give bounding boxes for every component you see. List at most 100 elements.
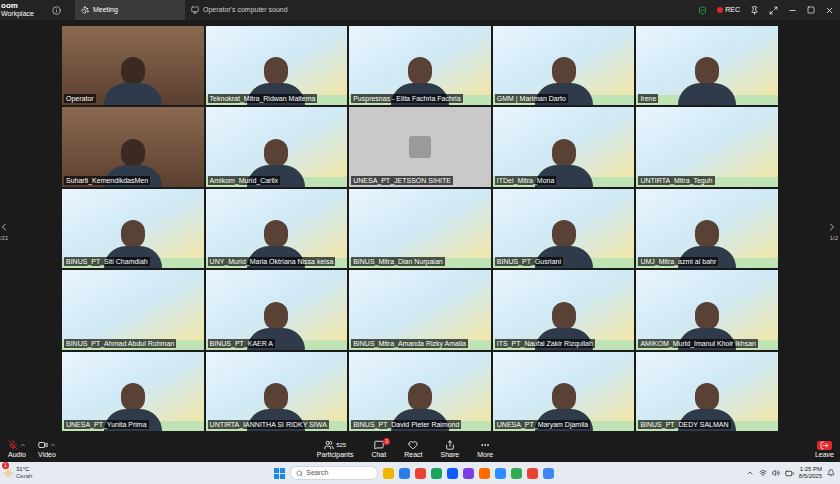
participant-name: GMM | Mariman Darto: [495, 94, 568, 103]
participant-tile[interactable]: UNESA_PT_Yunita Prima: [62, 352, 204, 431]
participant-name: BINUS_PT_Ahmad Abdul Rohman: [64, 339, 176, 348]
chevron-right-icon: [826, 220, 838, 234]
clock[interactable]: 1:25 PM8/5/2025: [799, 466, 822, 480]
participant-name: Irene: [638, 94, 658, 103]
weather-widget[interactable]: 131°CCerah: [3, 466, 63, 480]
recording-indicator[interactable]: REC: [717, 5, 740, 16]
volume-icon[interactable]: [772, 469, 780, 477]
pin-icon[interactable]: [750, 6, 759, 15]
security-icon[interactable]: [698, 6, 707, 15]
search-icon: [296, 470, 303, 477]
participant-tile[interactable]: Operator: [62, 26, 204, 105]
chat-button[interactable]: 1Chat: [365, 440, 392, 459]
participant-tile[interactable]: Irene: [636, 26, 778, 105]
taskbar-app-icon[interactable]: [479, 468, 490, 479]
participant-name: BINUS_PT_Siti Chamdiah: [64, 257, 150, 266]
participant-name: Amikom_Murid_Carlix: [208, 176, 280, 185]
react-button[interactable]: React: [398, 440, 428, 459]
fullscreen-icon[interactable]: [769, 6, 778, 15]
participant-tile[interactable]: UNY_Murid_Maria Oktriana Nissa keisa: [206, 189, 348, 268]
share-button[interactable]: Share: [435, 440, 466, 459]
participants-button[interactable]: 525Participants: [311, 440, 360, 459]
react-icon: [408, 440, 418, 450]
participant-name: Operator: [64, 94, 96, 103]
participant-tile[interactable]: ITS_PT_Naufal Zakir Rizqullah: [493, 270, 635, 349]
title-bar: oomWorkplaceMeetingOperator's computer s…: [0, 0, 840, 20]
participant-tile[interactable]: BINUS_PT_Siti Chamdiah: [62, 189, 204, 268]
mic-off-icon: [8, 440, 18, 450]
participant-tile[interactable]: BINUS_PT_Ahmad Abdul Rohman: [62, 270, 204, 349]
participant-tile[interactable]: BINUS_PT_KAER A: [206, 270, 348, 349]
next-page-button[interactable]: 1/2: [826, 220, 838, 242]
participant-tile[interactable]: BINUS_Mitra_Amanda Rizky Amalia: [349, 270, 491, 349]
participant-name: ITS_PT_Naufal Zakir Rizqullah: [495, 339, 595, 348]
participant-name: UNTIRTA_IANNITHA SI RIDKY SIWA: [208, 420, 329, 429]
previous-page-button[interactable]: /21: [0, 220, 10, 242]
participant-name: UNESA_PT_Maryam Djamila: [495, 420, 590, 429]
participant-tile[interactable]: UNTIRTA_Mitra_Teguh: [636, 107, 778, 186]
participant-tile[interactable]: BINUS_PT_David Pieter Raimond: [349, 352, 491, 431]
participant-tile[interactable]: UNESA_PT_Maryam Djamila: [493, 352, 635, 431]
battery-icon[interactable]: [785, 469, 794, 478]
title-tab[interactable]: Operator's computer sound: [185, 0, 325, 20]
windows-logo-icon[interactable]: [274, 468, 285, 479]
taskbar-app-icon[interactable]: [399, 468, 410, 479]
taskbar-app-icon[interactable]: [415, 468, 426, 479]
chat-badge: 1: [383, 438, 390, 445]
participant-name: BINUS_Mitra_Dian Nurpaian: [351, 257, 444, 266]
participant-name: Teknokrat_Mitra_Ridwan Maitema: [208, 94, 318, 103]
taskbar-app-icon[interactable]: [447, 468, 458, 479]
participant-name: BINUS_Mitra_Amanda Rizky Amalia: [351, 339, 468, 348]
taskbar-app-icon[interactable]: [527, 468, 538, 479]
chevron-up-icon[interactable]: [20, 442, 26, 448]
participant-tile[interactable]: Amikom_Murid_Carlix: [206, 107, 348, 186]
taskbar-app-icon[interactable]: [543, 468, 554, 479]
participant-name: Puspresnas - Elita Fachria Fachria: [351, 94, 462, 103]
tray-expand-icon[interactable]: [746, 469, 754, 477]
participant-tile[interactable]: BINUS_PT_Gusriani: [493, 189, 635, 268]
weather-icon: [3, 468, 13, 478]
participant-tile[interactable]: AMIKOM_Murid_Imanul Khoir Ikhsan: [636, 270, 778, 349]
participant-tile[interactable]: GMM | Mariman Darto: [493, 26, 635, 105]
title-tab[interactable]: Meeting: [75, 0, 185, 20]
participant-tile[interactable]: ITDel_Mitra_Mona: [493, 107, 635, 186]
participant-tile[interactable]: Suharti_KemendikdasMen: [62, 107, 204, 186]
wifi-icon[interactable]: [759, 469, 767, 477]
more-button[interactable]: More: [471, 440, 499, 459]
participant-name: Suharti_KemendikdasMen: [64, 176, 150, 185]
video-button[interactable]: Video: [32, 440, 62, 459]
avatar-placeholder: [409, 136, 431, 158]
participant-tile[interactable]: UNESA_PT_JETSSON SIHITE: [349, 107, 491, 186]
audio-button[interactable]: Audio: [2, 440, 32, 459]
info-icon[interactable]: [52, 6, 61, 15]
participant-name: BINUS_PT_DEDY SALMAN: [638, 420, 730, 429]
participant-figure: [104, 57, 162, 105]
participant-tile[interactable]: BINUS_PT_DEDY SALMAN: [636, 352, 778, 431]
chevron-up-icon[interactable]: [50, 442, 56, 448]
minimize-icon[interactable]: [788, 6, 797, 15]
participant-tile[interactable]: Puspresnas - Elita Fachria Fachria: [349, 26, 491, 105]
participant-name: UNESA_PT_JETSSON SIHITE: [351, 176, 453, 185]
screen: oomWorkplaceMeetingOperator's computer s…: [0, 0, 840, 484]
participant-tile[interactable]: BINUS_Mitra_Dian Nurpaian: [349, 189, 491, 268]
maximize-icon[interactable]: [807, 6, 815, 14]
taskbar-search[interactable]: Search: [290, 466, 378, 480]
weather-badge: 1: [2, 462, 9, 469]
participant-figure: [678, 57, 736, 105]
participant-tile[interactable]: UMJ_Mitra_azmi al bahr: [636, 189, 778, 268]
participants-icon: [324, 440, 334, 450]
taskbar-app-icon[interactable]: [495, 468, 506, 479]
participant-name: BINUS_PT_KAER A: [208, 339, 275, 348]
participant-name: ITDel_Mitra_Mona: [495, 176, 557, 185]
participant-name: UNTIRTA_Mitra_Teguh: [638, 176, 714, 185]
participant-tile[interactable]: Teknokrat_Mitra_Ridwan Maitema: [206, 26, 348, 105]
leave-button[interactable]: Leave: [815, 441, 838, 459]
taskbar-app-icon[interactable]: [463, 468, 474, 479]
close-icon[interactable]: [825, 6, 834, 15]
taskbar-app-icon[interactable]: [511, 468, 522, 479]
taskbar-app-icon[interactable]: [383, 468, 394, 479]
participant-tile[interactable]: UNTIRTA_IANNITHA SI RIDKY SIWA: [206, 352, 348, 431]
gallery-view: /21 Operator Teknokrat_Mitra_Ridwan Maitem…: [0, 20, 840, 437]
taskbar-app-icon[interactable]: [431, 468, 442, 479]
notification-icon[interactable]: [827, 469, 835, 477]
